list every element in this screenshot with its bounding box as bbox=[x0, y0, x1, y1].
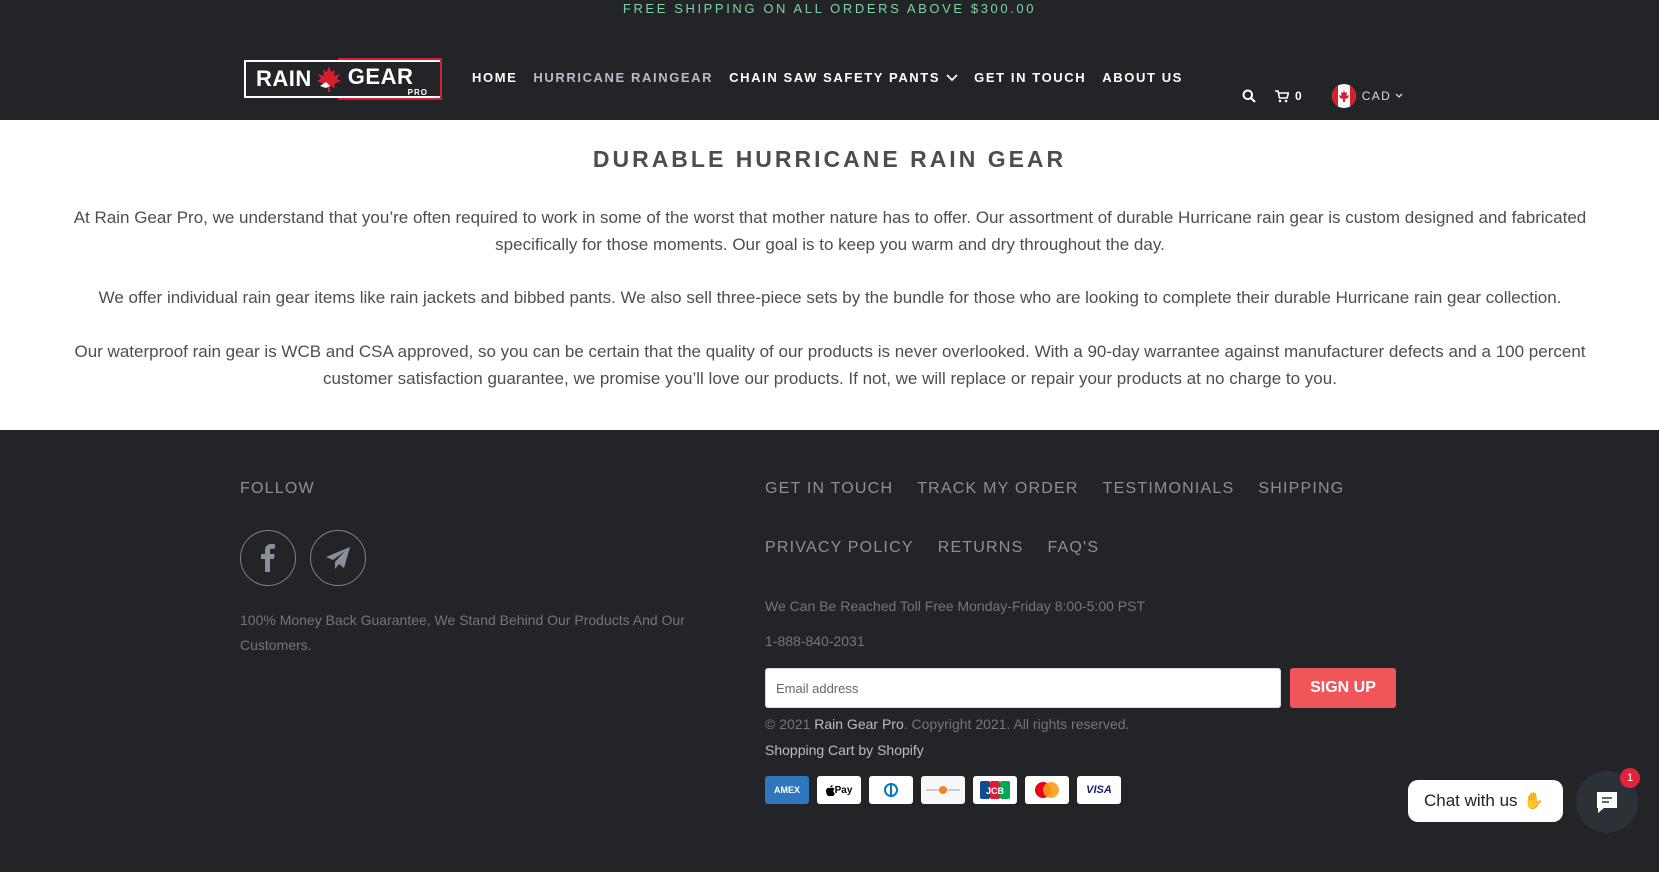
footer-links-row-2: PRIVACY POLICY RETURNS FAQ'S bbox=[765, 539, 1123, 557]
footer-link-track-my-order[interactable]: TRACK MY ORDER bbox=[917, 480, 1078, 498]
footer-links-row-1: GET IN TOUCH TRACK MY ORDER TESTIMONIALS… bbox=[765, 480, 1368, 498]
diners-club-icon bbox=[869, 776, 913, 804]
footer-link-privacy-policy[interactable]: PRIVACY POLICY bbox=[765, 539, 914, 557]
jcb-icon: JCB bbox=[973, 776, 1017, 804]
nav-hurricane-raingear-label: HURRICANE RAINGEAR bbox=[533, 70, 714, 85]
cart-button[interactable]: 0 bbox=[1275, 89, 1302, 103]
footer-link-testimonials[interactable]: TESTIMONIALS bbox=[1103, 480, 1235, 498]
mastercard-icon bbox=[1025, 776, 1069, 804]
shopify-credit-link[interactable]: Shopping Cart by Shopify bbox=[765, 742, 924, 758]
amex-label: AMEX bbox=[773, 785, 800, 795]
search-icon[interactable] bbox=[1242, 89, 1256, 103]
signup-button[interactable]: SIGN UP bbox=[1290, 668, 1396, 708]
footer-link-returns[interactable]: RETURNS bbox=[938, 539, 1024, 557]
logo-word-gear: GEAR bbox=[347, 64, 414, 89]
main-nav: HOME HURRICANE RAINGEAR CHAIN SAW SAFETY… bbox=[472, 70, 1199, 85]
visa-icon: VISA bbox=[1077, 776, 1121, 804]
chat-prompt[interactable]: Chat with us ✋ bbox=[1408, 780, 1563, 822]
svg-text:JCB: JCB bbox=[986, 786, 1005, 796]
logo-word-pro: PRO bbox=[407, 88, 428, 97]
nav-hurricane-raingear[interactable]: HURRICANE RAINGEAR bbox=[533, 70, 713, 85]
copyright-suffix: . Copyright 2021. All rights reserved. bbox=[903, 716, 1130, 732]
warranty-paragraph: Our waterproof rain gear is WCB and CSA … bbox=[74, 342, 1586, 388]
nav-chain-saw-label: CHAIN SAW SAFETY PANTS bbox=[729, 70, 941, 85]
nav-get-in-touch[interactable]: GET IN TOUCH bbox=[974, 70, 1086, 85]
site-header: RAIN GEAR PRO HOME HURRICANE RAINGEAR CH… bbox=[0, 14, 1659, 120]
currency-label: CAD bbox=[1361, 89, 1392, 103]
nav-chain-saw-safety-pants[interactable]: CHAIN SAW SAFETY PANTS bbox=[729, 70, 958, 85]
chevron-down-icon bbox=[1395, 93, 1403, 98]
chat-icon bbox=[1597, 792, 1617, 813]
chevron-down-icon bbox=[946, 73, 958, 81]
amex-icon: AMEX bbox=[765, 776, 809, 804]
page-title: DURABLE HURRICANE RAIN GEAR bbox=[592, 146, 1067, 172]
facebook-icon bbox=[261, 544, 275, 572]
nav-home[interactable]: HOME bbox=[472, 70, 517, 85]
canada-flag-icon bbox=[1331, 84, 1356, 108]
site-logo[interactable]: RAIN GEAR PRO bbox=[244, 58, 442, 100]
footer-link-get-in-touch[interactable]: GET IN TOUCH bbox=[765, 480, 893, 498]
logo-gear-block: GEAR PRO bbox=[338, 58, 442, 100]
footer-link-shipping[interactable]: SHIPPING bbox=[1258, 480, 1344, 498]
main-content: DURABLE HURRICANE RAIN GEAR At Rain Gear… bbox=[0, 120, 1659, 430]
cart-icon bbox=[1275, 89, 1289, 102]
nav-home-label: HOME bbox=[472, 70, 518, 85]
paper-plane-icon bbox=[326, 547, 350, 569]
telegram-button[interactable] bbox=[310, 530, 366, 586]
contact-phone[interactable]: 1-888-840-2031 bbox=[765, 633, 865, 649]
apple-pay-icon: Pay bbox=[817, 776, 861, 804]
follow-heading: FOLLOW bbox=[240, 480, 315, 497]
logo-word-rain: RAIN bbox=[256, 66, 312, 91]
currency-selector[interactable]: CAD bbox=[1331, 84, 1404, 108]
payment-icons: AMEX Pay JCB VISA bbox=[765, 776, 1129, 804]
header-actions: 0 CAD bbox=[1242, 84, 1403, 108]
waving-hand-icon: ✋ bbox=[1523, 793, 1544, 810]
chat-unread-badge: 1 bbox=[1620, 768, 1640, 788]
copyright-prefix: © 2021 bbox=[765, 716, 815, 732]
contact-hours: We Can Be Reached Toll Free Monday-Frida… bbox=[765, 598, 1146, 614]
announcement-bar: FREE SHIPPING ON ALL ORDERS ABOVE $300.0… bbox=[0, 0, 1659, 16]
discover-icon bbox=[921, 776, 965, 804]
facebook-button[interactable] bbox=[240, 530, 296, 586]
newsletter-email-input[interactable] bbox=[765, 668, 1281, 708]
apple-pay-label: Pay bbox=[834, 784, 853, 796]
footer-link-faqs[interactable]: FAQ'S bbox=[1047, 539, 1099, 557]
guarantee-text: 100% Money Back Guarantee, We Stand Behi… bbox=[240, 612, 685, 653]
nav-about-us[interactable]: ABOUT US bbox=[1102, 70, 1183, 85]
products-paragraph: We offer individual rain gear items like… bbox=[98, 288, 1562, 307]
chat-prompt-label: Chat with us bbox=[1424, 791, 1518, 810]
apple-icon bbox=[825, 784, 835, 796]
nav-get-in-touch-label: GET IN TOUCH bbox=[974, 70, 1087, 85]
visa-label: VISA bbox=[1086, 784, 1112, 796]
cart-count: 0 bbox=[1295, 89, 1302, 103]
nav-about-us-label: ABOUT US bbox=[1102, 70, 1183, 85]
copyright-brand-link[interactable]: Rain Gear Pro bbox=[814, 716, 903, 732]
intro-paragraph: At Rain Gear Pro, we understand that you… bbox=[73, 208, 1587, 254]
copyright: © 2021 Rain Gear Pro. Copyright 2021. Al… bbox=[765, 716, 1129, 732]
